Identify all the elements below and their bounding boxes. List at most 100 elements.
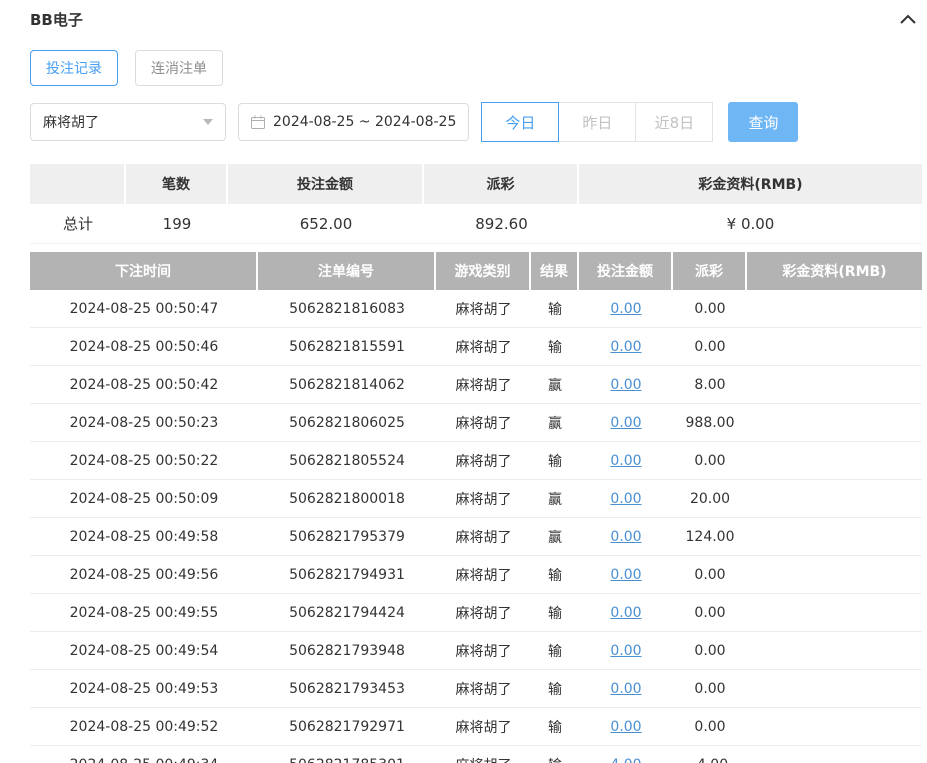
cell-order-id: 5062821792971 bbox=[258, 708, 436, 746]
cell-bonus bbox=[747, 328, 922, 366]
page-title: BB电子 bbox=[30, 9, 83, 30]
cell-payout: 124.00 bbox=[673, 518, 747, 556]
records-header-row: 下注时间 注单编号 游戏类别 结果 投注金额 派彩 彩金资料(RMB) bbox=[30, 252, 922, 290]
cell-bonus bbox=[747, 366, 922, 404]
summary-header-bonus: 彩金资料(RMB) bbox=[579, 164, 922, 204]
cell-result: 输 bbox=[531, 708, 579, 746]
summary-header-payout: 派彩 bbox=[424, 164, 579, 204]
table-row: 2024-08-25 00:49:535062821793453麻将胡了输0.0… bbox=[30, 670, 922, 708]
cell-order-id: 5062821794424 bbox=[258, 594, 436, 632]
table-row: 2024-08-25 00:49:565062821794931麻将胡了输0.0… bbox=[30, 556, 922, 594]
cell-bonus bbox=[747, 594, 922, 632]
cell-order-id: 5062821805524 bbox=[258, 442, 436, 480]
bet-amount-link[interactable]: 0.00 bbox=[610, 643, 641, 659]
cell-order-id: 5062821815591 bbox=[258, 328, 436, 366]
cell-bet-time: 2024-08-25 00:49:54 bbox=[30, 632, 258, 670]
cell-game-type: 麻将胡了 bbox=[436, 594, 531, 632]
summary-bet-amount-value: 652.00 bbox=[228, 204, 424, 244]
cell-bet-time: 2024-08-25 00:50:47 bbox=[30, 290, 258, 328]
table-row: 2024-08-25 00:50:095062821800018麻将胡了赢0.0… bbox=[30, 480, 922, 518]
cell-payout: 0.00 bbox=[673, 328, 747, 366]
cell-bet-time: 2024-08-25 00:50:23 bbox=[30, 404, 258, 442]
bet-amount-link[interactable]: 0.00 bbox=[610, 681, 641, 697]
cell-result: 输 bbox=[531, 290, 579, 328]
cell-bet-amount: 0.00 bbox=[579, 442, 673, 480]
cell-result: 输 bbox=[531, 442, 579, 480]
cell-game-type: 麻将胡了 bbox=[436, 632, 531, 670]
cell-bet-amount: 0.00 bbox=[579, 366, 673, 404]
cell-result: 输 bbox=[531, 594, 579, 632]
search-button[interactable]: 查询 bbox=[728, 102, 798, 142]
bet-amount-link[interactable]: 0.00 bbox=[610, 605, 641, 621]
tab-bar: 投注记录 连消注单 bbox=[30, 50, 922, 86]
records-table-body: 2024-08-25 00:50:475062821816083麻将胡了输0.0… bbox=[30, 290, 922, 763]
cell-result: 输 bbox=[531, 556, 579, 594]
cell-bonus bbox=[747, 708, 922, 746]
cell-result: 赢 bbox=[531, 480, 579, 518]
cell-bet-time: 2024-08-25 00:50:42 bbox=[30, 366, 258, 404]
summary-total-label: 总计 bbox=[30, 204, 126, 244]
cell-result: 赢 bbox=[531, 518, 579, 556]
header-bonus: 彩金资料(RMB) bbox=[747, 252, 922, 290]
game-select[interactable]: 麻将胡了 bbox=[30, 103, 226, 141]
cell-game-type: 麻将胡了 bbox=[436, 404, 531, 442]
cell-bet-time: 2024-08-25 00:50:09 bbox=[30, 480, 258, 518]
summary-header-row: 笔数 投注金额 派彩 彩金资料(RMB) bbox=[30, 164, 922, 204]
bet-amount-link[interactable]: 0.00 bbox=[610, 339, 641, 355]
cell-game-type: 麻将胡了 bbox=[436, 518, 531, 556]
cell-bet-amount: 0.00 bbox=[579, 518, 673, 556]
cell-order-id: 5062821794931 bbox=[258, 556, 436, 594]
cell-result: 输 bbox=[531, 328, 579, 366]
cell-payout: 8.00 bbox=[673, 366, 747, 404]
table-row: 2024-08-25 00:50:475062821816083麻将胡了输0.0… bbox=[30, 290, 922, 328]
filter-bar: 麻将胡了 2024-08-25 ~ 2024-08-25 今日 昨日 近8日 查… bbox=[30, 102, 922, 142]
cell-game-type: 麻将胡了 bbox=[436, 746, 531, 763]
cell-bonus bbox=[747, 404, 922, 442]
cell-payout: 0.00 bbox=[673, 442, 747, 480]
betting-records-panel: BB电子 投注记录 连消注单 麻将胡了 2024-08-25 ~ 2024-08… bbox=[0, 0, 927, 763]
cell-order-id: 5062821793948 bbox=[258, 632, 436, 670]
date-range-input[interactable]: 2024-08-25 ~ 2024-08-25 bbox=[238, 103, 469, 141]
bet-amount-link[interactable]: 4.00 bbox=[610, 757, 641, 763]
tab-cancelled-orders[interactable]: 连消注单 bbox=[135, 50, 223, 86]
table-row: 2024-08-25 00:50:425062821814062麻将胡了赢0.0… bbox=[30, 366, 922, 404]
cell-bet-time: 2024-08-25 00:49:52 bbox=[30, 708, 258, 746]
cell-game-type: 麻将胡了 bbox=[436, 670, 531, 708]
chevron-up-icon bbox=[900, 14, 916, 24]
bet-amount-link[interactable]: 0.00 bbox=[610, 415, 641, 431]
quick-button-yesterday[interactable]: 昨日 bbox=[558, 102, 636, 142]
cell-bet-time: 2024-08-25 00:49:55 bbox=[30, 594, 258, 632]
header-bet-amount: 投注金额 bbox=[579, 252, 673, 290]
cell-result: 输 bbox=[531, 632, 579, 670]
cell-payout: -4.00 bbox=[673, 746, 747, 763]
bet-amount-link[interactable]: 0.00 bbox=[610, 453, 641, 469]
bet-amount-link[interactable]: 0.00 bbox=[610, 301, 641, 317]
cell-payout: 0.00 bbox=[673, 556, 747, 594]
cell-order-id: 5062821795379 bbox=[258, 518, 436, 556]
collapse-button[interactable] bbox=[894, 12, 922, 26]
calendar-icon bbox=[251, 115, 265, 129]
cell-bonus bbox=[747, 518, 922, 556]
bet-amount-link[interactable]: 0.00 bbox=[610, 529, 641, 545]
table-row: 2024-08-25 00:49:555062821794424麻将胡了输 0.0… bbox=[30, 594, 922, 632]
quick-button-last8days[interactable]: 近8日 bbox=[635, 102, 713, 142]
table-row: 2024-08-25 00:50:465062821815591麻将胡了输0.0… bbox=[30, 328, 922, 366]
cell-game-type: 麻将胡了 bbox=[436, 708, 531, 746]
bet-amount-link[interactable]: 0.00 bbox=[610, 719, 641, 735]
bet-amount-link[interactable]: 0.00 bbox=[610, 567, 641, 583]
quick-button-today[interactable]: 今日 bbox=[481, 102, 559, 142]
tab-bet-records[interactable]: 投注记录 bbox=[30, 50, 118, 86]
summary-header-empty bbox=[30, 164, 126, 204]
bet-amount-link[interactable]: 0.00 bbox=[610, 377, 641, 393]
cell-bet-amount: 0.00 bbox=[579, 670, 673, 708]
table-row: 2024-08-25 00:50:225062821805524麻将胡了输0.0… bbox=[30, 442, 922, 480]
summary-header-count: 笔数 bbox=[126, 164, 228, 204]
cell-bet-amount: 0.00 bbox=[579, 328, 673, 366]
header-result: 结果 bbox=[531, 252, 579, 290]
cell-bet-time: 2024-08-25 00:50:22 bbox=[30, 442, 258, 480]
cell-bonus bbox=[747, 480, 922, 518]
cell-game-type: 麻将胡了 bbox=[436, 290, 531, 328]
cell-bet-amount: 0.00 bbox=[579, 708, 673, 746]
chevron-down-icon bbox=[203, 119, 213, 125]
bet-amount-link[interactable]: 0.00 bbox=[610, 491, 641, 507]
